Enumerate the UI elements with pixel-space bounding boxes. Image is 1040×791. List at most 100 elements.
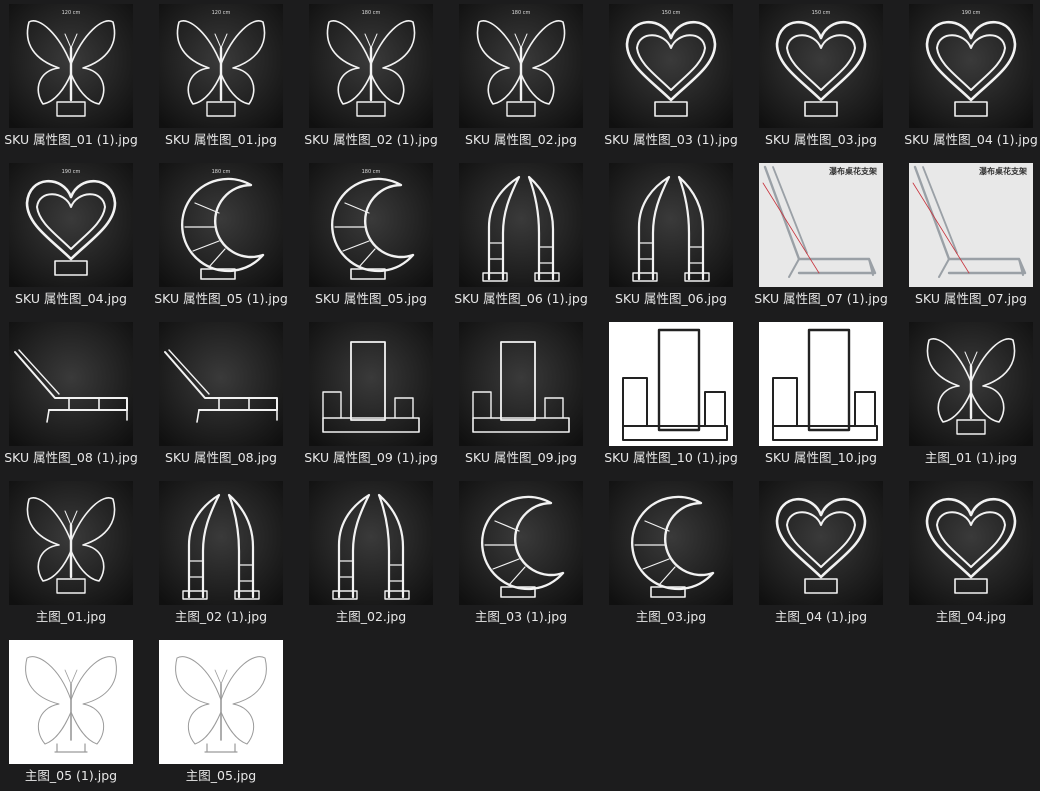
butterfly-icon: [909, 322, 1033, 446]
file-tile[interactable]: 150 cm SKU 属性图_03 (1).jpg: [600, 0, 750, 155]
file-tile[interactable]: 主图_05 (1).jpg: [0, 636, 150, 791]
file-thumbnail[interactable]: 180 cm: [459, 4, 583, 128]
file-tile[interactable]: 主图_03 (1).jpg: [450, 477, 600, 632]
file-thumbnail[interactable]: [9, 640, 133, 764]
dimension-label: 150 cm: [812, 10, 831, 16]
file-tile[interactable]: 180 cm SKU 属性图_02 (1).jpg: [300, 0, 450, 155]
file-tile[interactable]: 190 cm SKU 属性图_04.jpg: [0, 159, 150, 314]
file-thumbnail[interactable]: [309, 322, 433, 446]
arch-icon: [159, 481, 283, 605]
file-name-label: SKU 属性图_06 (1).jpg: [454, 291, 588, 306]
file-name-label: 主图_05 (1).jpg: [24, 768, 118, 783]
file-thumbnail[interactable]: [459, 163, 583, 287]
file-thumbnail[interactable]: 180 cm: [309, 4, 433, 128]
file-thumbnail[interactable]: 180 cm: [159, 163, 283, 287]
file-tile[interactable]: SKU 属性图_08 (1).jpg: [0, 318, 150, 473]
dimension-label: 180 cm: [512, 10, 531, 16]
dimension-label: 180 cm: [212, 169, 231, 175]
file-thumbnail[interactable]: 120 cm: [159, 4, 283, 128]
heart-icon: 190 cm: [9, 163, 133, 287]
file-thumbnail[interactable]: [609, 163, 733, 287]
file-tile[interactable]: SKU 属性图_06.jpg: [600, 159, 750, 314]
file-thumbnail[interactable]: [309, 481, 433, 605]
file-tile[interactable]: 180 cm SKU 属性图_05.jpg: [300, 159, 450, 314]
file-tile[interactable]: 180 cm SKU 属性图_02.jpg: [450, 0, 600, 155]
heart-icon: 150 cm: [609, 4, 733, 128]
dimension-label: 120 cm: [212, 10, 231, 16]
file-thumbnail[interactable]: [459, 322, 583, 446]
dimension-label: 180 cm: [362, 169, 381, 175]
file-name-label: SKU 属性图_10 (1).jpg: [604, 450, 738, 465]
file-thumbnail[interactable]: [609, 481, 733, 605]
butterfly-outline-icon: [25, 656, 117, 753]
file-name-label: 主图_03 (1).jpg: [474, 609, 568, 624]
dimension-label: 180 cm: [362, 10, 381, 16]
dimension-label: 瀑布桌花支架: [829, 166, 877, 176]
file-tile[interactable]: 主图_04.jpg: [900, 477, 1040, 632]
file-thumbnail[interactable]: [909, 481, 1033, 605]
file-name-label: SKU 属性图_10.jpg: [765, 450, 877, 465]
file-tile[interactable]: 主图_02.jpg: [300, 477, 450, 632]
dimension-label: 120 cm: [62, 10, 81, 16]
moon-icon: 180 cm: [159, 163, 283, 287]
file-thumbnail[interactable]: 180 cm: [309, 163, 433, 287]
arch-icon: [309, 481, 433, 605]
file-tile[interactable]: SKU 属性图_10 (1).jpg: [600, 318, 750, 473]
butterfly-icon: 180 cm: [459, 4, 583, 128]
file-tile[interactable]: SKU 属性图_06 (1).jpg: [450, 159, 600, 314]
file-name-label: 主图_01.jpg: [35, 609, 107, 624]
file-thumbnail[interactable]: [609, 322, 733, 446]
file-thumbnail[interactable]: 瀑布桌花支架: [909, 163, 1033, 287]
file-thumbnail[interactable]: 120 cm: [9, 4, 133, 128]
butterfly-outline-icon: [175, 656, 267, 753]
file-thumbnail[interactable]: 150 cm: [759, 4, 883, 128]
file-tile[interactable]: 主图_05.jpg: [150, 636, 300, 791]
heart-icon: [909, 481, 1033, 605]
lounger-icon: [159, 322, 283, 446]
lounger-icon: [9, 322, 133, 446]
file-tile[interactable]: 120 cm SKU 属性图_01.jpg: [150, 0, 300, 155]
file-tile[interactable]: 瀑布桌花支架 SKU 属性图_07.jpg: [900, 159, 1040, 314]
file-thumbnail[interactable]: [759, 322, 883, 446]
file-tile[interactable]: 主图_01 (1).jpg: [900, 318, 1040, 473]
file-thumbnail[interactable]: [9, 322, 133, 446]
file-tile[interactable]: SKU 属性图_08.jpg: [150, 318, 300, 473]
file-tile[interactable]: 150 cm SKU 属性图_03.jpg: [750, 0, 900, 155]
file-thumbnail[interactable]: [759, 481, 883, 605]
file-tile[interactable]: SKU 属性图_09 (1).jpg: [300, 318, 450, 473]
file-thumbnail[interactable]: 190 cm: [909, 4, 1033, 128]
file-tile[interactable]: 120 cm SKU 属性图_01 (1).jpg: [0, 0, 150, 155]
file-tile[interactable]: 190 cm SKU 属性图_04 (1).jpg: [900, 0, 1040, 155]
file-tile[interactable]: SKU 属性图_10.jpg: [750, 318, 900, 473]
file-thumbnail[interactable]: 150 cm: [609, 4, 733, 128]
file-thumbnail[interactable]: [459, 481, 583, 605]
file-thumbnail[interactable]: [159, 481, 283, 605]
frame-rack-icon: [309, 322, 433, 446]
moon-icon: 180 cm: [309, 163, 433, 287]
file-tile[interactable]: SKU 属性图_09.jpg: [450, 318, 600, 473]
file-tile[interactable]: 主图_02 (1).jpg: [150, 477, 300, 632]
file-name-label: 主图_03.jpg: [635, 609, 707, 624]
butterfly-icon: [9, 481, 133, 605]
file-name-label: SKU 属性图_05.jpg: [315, 291, 427, 306]
dimension-label: 190 cm: [62, 169, 81, 175]
file-name-label: SKU 属性图_03.jpg: [765, 132, 877, 147]
file-thumbnail[interactable]: [159, 322, 283, 446]
file-thumbnail[interactable]: [9, 481, 133, 605]
butterfly-icon: 120 cm: [159, 4, 283, 128]
file-tile[interactable]: 瀑布桌花支架 SKU 属性图_07 (1).jpg: [750, 159, 900, 314]
file-tile[interactable]: 主图_03.jpg: [600, 477, 750, 632]
file-name-label: 主图_01 (1).jpg: [924, 450, 1018, 465]
file-name-label: SKU 属性图_02 (1).jpg: [304, 132, 438, 147]
heart-icon: [759, 481, 883, 605]
file-tile[interactable]: 180 cm SKU 属性图_05 (1).jpg: [150, 159, 300, 314]
file-thumbnail[interactable]: 瀑布桌花支架: [759, 163, 883, 287]
frame-rack-black-icon: [622, 328, 728, 441]
file-tile[interactable]: 主图_04 (1).jpg: [750, 477, 900, 632]
dimension-label: 190 cm: [962, 10, 981, 16]
frame-rack-black-icon: [772, 328, 878, 441]
file-thumbnail[interactable]: [909, 322, 1033, 446]
file-thumbnail[interactable]: [159, 640, 283, 764]
file-tile[interactable]: 主图_01.jpg: [0, 477, 150, 632]
file-thumbnail[interactable]: 190 cm: [9, 163, 133, 287]
